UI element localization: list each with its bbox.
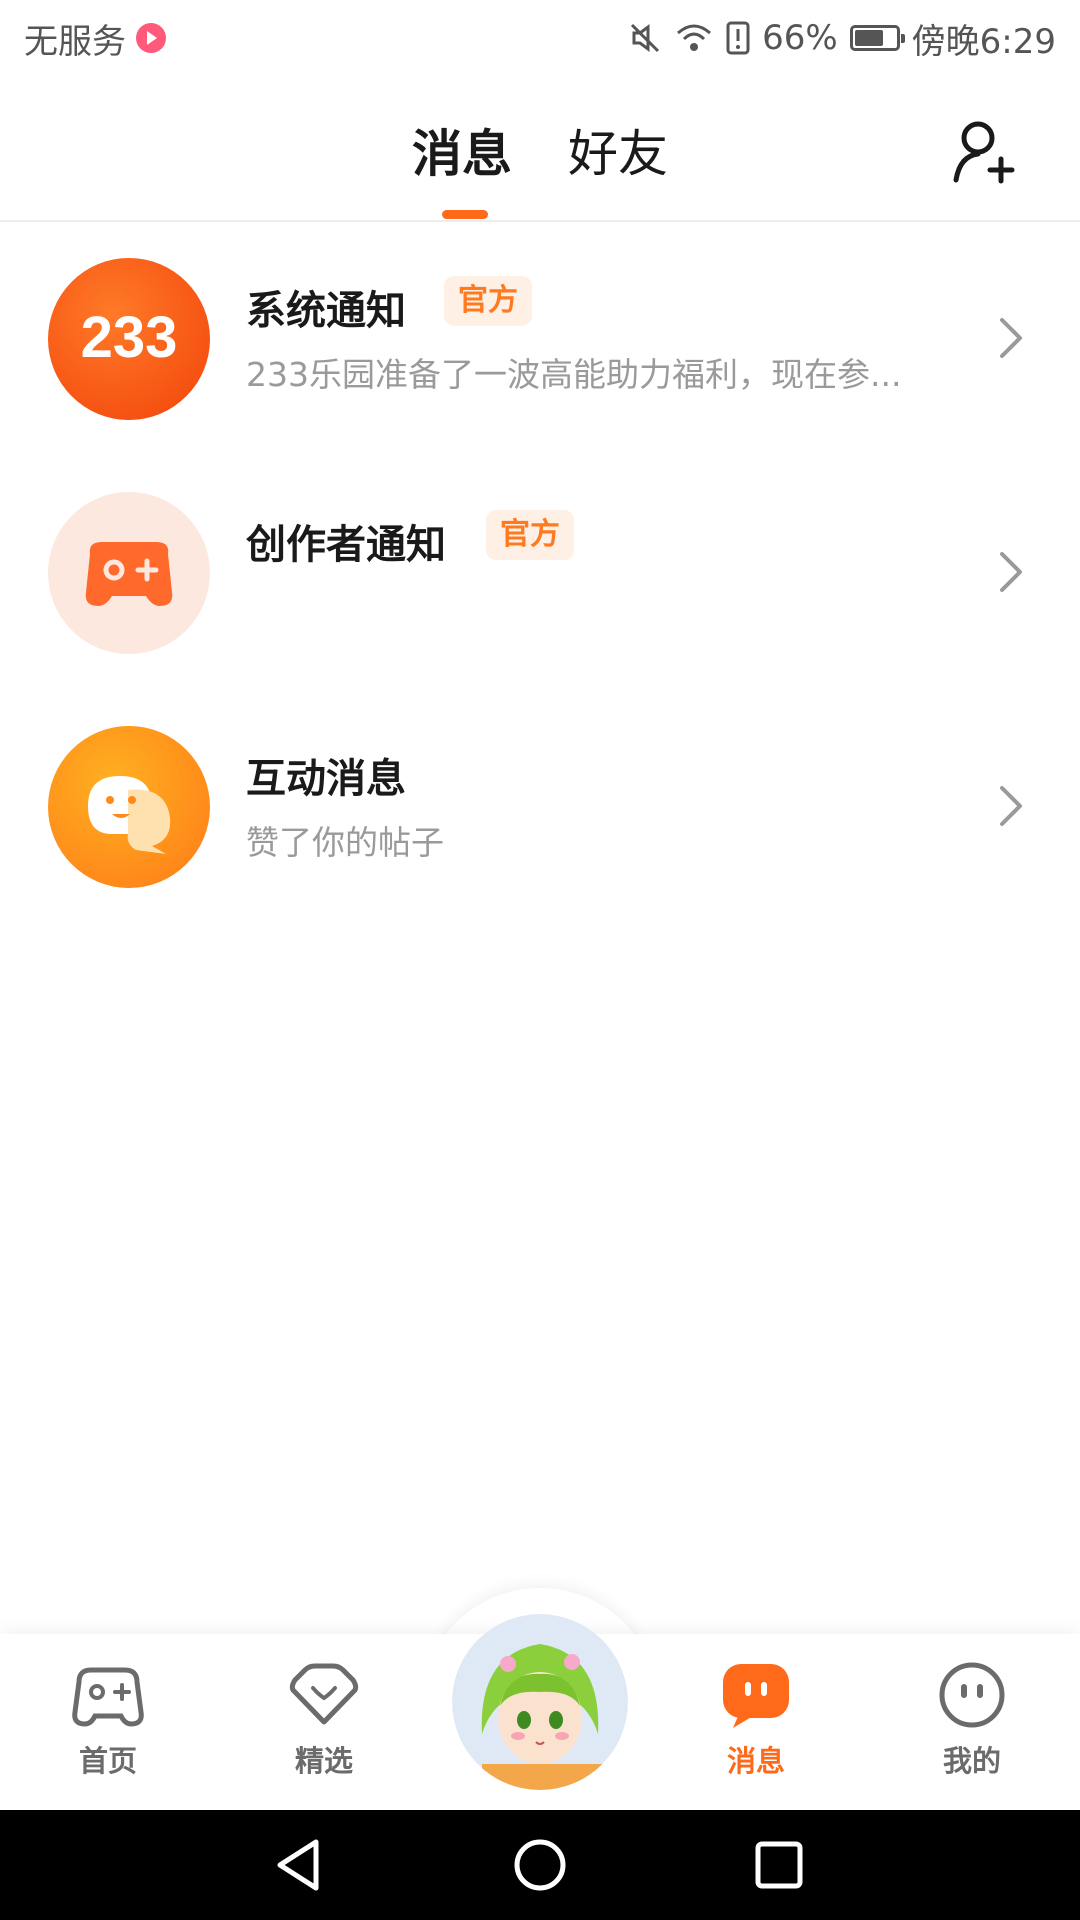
top-header: 消息 好友 <box>0 76 1080 222</box>
recents-icon[interactable] <box>746 1832 812 1898</box>
nav-messages[interactable]: 消息 <box>696 1660 816 1790</box>
face-icon <box>939 1662 1005 1728</box>
nav-label: 精选 <box>294 1744 353 1778</box>
system-avatar: 233 <box>48 258 210 420</box>
nav-label: 首页 <box>78 1744 137 1778</box>
clock: 傍晚6:29 <box>911 21 1056 62</box>
status-left: 无服务 <box>24 14 166 62</box>
message-item-creator[interactable]: 创作者通知 官方 <box>0 472 1080 672</box>
gamepad-plus-icon <box>85 542 173 606</box>
official-badge: 官方 <box>444 276 532 326</box>
sim-alert-icon <box>726 21 750 55</box>
recording-icon <box>136 23 166 53</box>
chevron-right-icon <box>1000 552 1022 592</box>
nav-profile[interactable]: 我的 <box>912 1660 1032 1790</box>
chat-smile-icon <box>88 776 171 854</box>
add-user-icon[interactable] <box>950 114 1020 184</box>
carrier-text: 无服务 <box>24 21 126 62</box>
nav-home[interactable]: 首页 <box>48 1660 168 1790</box>
chevron-right-icon <box>1000 786 1022 826</box>
status-right: 66% 傍晚6:29 <box>628 14 1056 62</box>
system-nav-bar <box>0 1810 1080 1920</box>
interaction-avatar <box>48 726 210 888</box>
svg-text:233: 233 <box>81 305 178 370</box>
status-bar: 无服务 66% 傍晚6:29 <box>0 0 1080 76</box>
tab-friends[interactable]: 好友 <box>568 114 668 186</box>
wifi-icon <box>677 24 712 51</box>
nav-label: 我的 <box>942 1744 1001 1778</box>
creator-avatar <box>48 492 210 654</box>
message-title: 互动消息 <box>246 756 406 802</box>
anime-avatar-icon <box>452 1614 628 1790</box>
message-title: 系统通知 <box>246 288 406 334</box>
gamepad-icon <box>72 1667 144 1727</box>
battery-percent: 66% <box>762 18 838 58</box>
nav-featured[interactable]: 精选 <box>264 1660 384 1790</box>
message-preview: 赞了你的帖子 <box>246 823 444 862</box>
center-avatar[interactable] <box>452 1614 628 1790</box>
logo-233-icon: 233 <box>81 305 178 370</box>
heart-diamond-icon <box>289 1663 359 1725</box>
home-circle-icon[interactable] <box>507 1832 573 1898</box>
battery-icon <box>849 25 905 51</box>
message-item-system[interactable]: 233 系统通知 官方 233乐园准备了一波高能助力福利，现在参... <box>0 238 1080 438</box>
chat-bubble-icon <box>723 1664 789 1728</box>
official-badge: 官方 <box>486 510 574 560</box>
tab-messages[interactable]: 消息 <box>412 114 512 186</box>
message-title: 创作者通知 <box>246 522 446 568</box>
mute-icon <box>631 23 660 53</box>
active-tab-indicator <box>442 210 488 219</box>
chevron-right-icon <box>1000 318 1022 358</box>
back-icon[interactable] <box>266 1832 332 1898</box>
message-preview: 233乐园准备了一波高能助力福利，现在参... <box>246 355 902 394</box>
nav-label: 消息 <box>726 1744 785 1778</box>
message-item-interaction[interactable]: 互动消息 赞了你的帖子 <box>0 706 1080 906</box>
